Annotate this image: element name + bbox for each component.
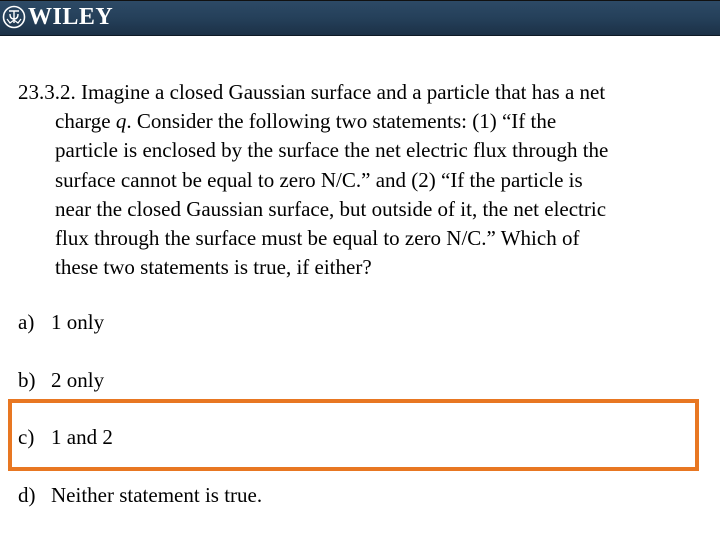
option-c[interactable]: c) 1 and 2 xyxy=(18,424,113,450)
question-line-2: charge q. Consider the following two sta… xyxy=(18,107,708,136)
question-text: 23.3.2. Imagine a closed Gaussian surfac… xyxy=(18,78,708,282)
option-text: Neither statement is true. xyxy=(51,483,263,507)
option-text: 1 and 2 xyxy=(51,425,113,449)
option-letter: b) xyxy=(18,368,36,392)
question-line-7: these two statements is true, if either? xyxy=(55,255,372,280)
option-b[interactable]: b) 2 only xyxy=(18,367,104,393)
header-bar: WILEY xyxy=(0,0,720,36)
question-line-5: near the closed Gaussian surface, but ou… xyxy=(55,196,607,221)
option-letter: c) xyxy=(18,425,35,449)
brand-name: WILEY xyxy=(28,4,114,30)
question-line-1: 23.3.2. Imagine a closed Gaussian surfac… xyxy=(18,80,606,104)
question-line-6: flux through the surface must be equal t… xyxy=(55,226,580,251)
option-a[interactable]: a) 1 only xyxy=(18,309,104,335)
option-d[interactable]: d) Neither statement is true. xyxy=(18,482,262,508)
option-letter: a) xyxy=(18,310,35,334)
question-line-2-start: charge xyxy=(55,109,116,134)
option-text: 2 only xyxy=(51,368,105,392)
option-letter: d) xyxy=(18,483,36,507)
charge-variable: q xyxy=(115,109,127,134)
question-line-2-rest: . Consider the following two statements:… xyxy=(126,109,557,134)
option-text: 1 only xyxy=(51,310,105,334)
wiley-logo-icon xyxy=(2,5,26,29)
question-line-4: surface cannot be equal to zero N/C.” an… xyxy=(55,167,583,192)
question-line-3: particle is enclosed by the surface the … xyxy=(55,138,609,163)
wiley-logo: WILEY xyxy=(2,3,113,31)
